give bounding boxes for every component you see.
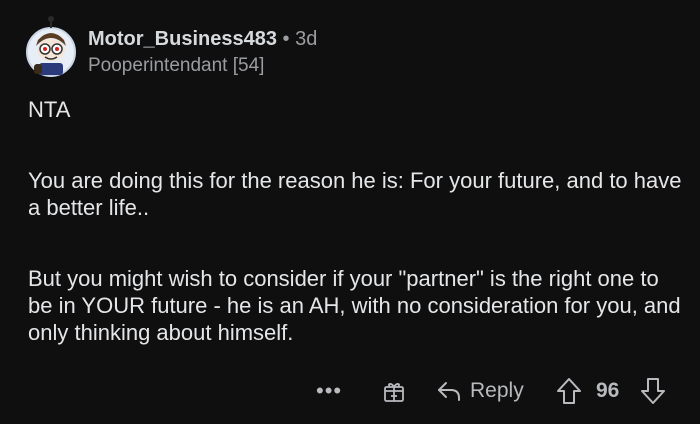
comment-actions: ••• Reply 96 [310,374,680,408]
snoo-avatar-icon [26,16,76,77]
more-options-button[interactable]: ••• [316,374,342,408]
reply-arrow-icon [438,382,460,401]
vote-score: 96 [596,379,620,402]
reply-label: Reply [470,379,524,402]
downvote-arrow-icon [641,378,665,404]
meta-separator: • [282,28,290,50]
award-icon [384,383,404,402]
user-avatar[interactable] [26,16,76,78]
reply-button[interactable]: Reply [436,374,524,408]
award-button[interactable] [382,374,406,408]
comment-paragraph: But you might wish to consider if your "… [28,266,681,345]
user-flair: Pooperintendant [54] [88,55,265,76]
comment-paragraph: NTA [28,97,71,122]
downvote-button[interactable] [640,374,666,408]
timestamp[interactable]: 3d [295,28,317,50]
more-icon: ••• [316,378,343,403]
upvote-arrow-icon [557,378,581,404]
comment-paragraph: You are doing this for the reason he is:… [28,168,682,220]
comment-meta: Motor_Business483 • 3d [88,27,317,51]
upvote-button[interactable] [556,374,582,408]
comment-body: NTA You are doing this for the reason he… [28,96,688,346]
username-link[interactable]: Motor_Business483 [88,28,277,50]
